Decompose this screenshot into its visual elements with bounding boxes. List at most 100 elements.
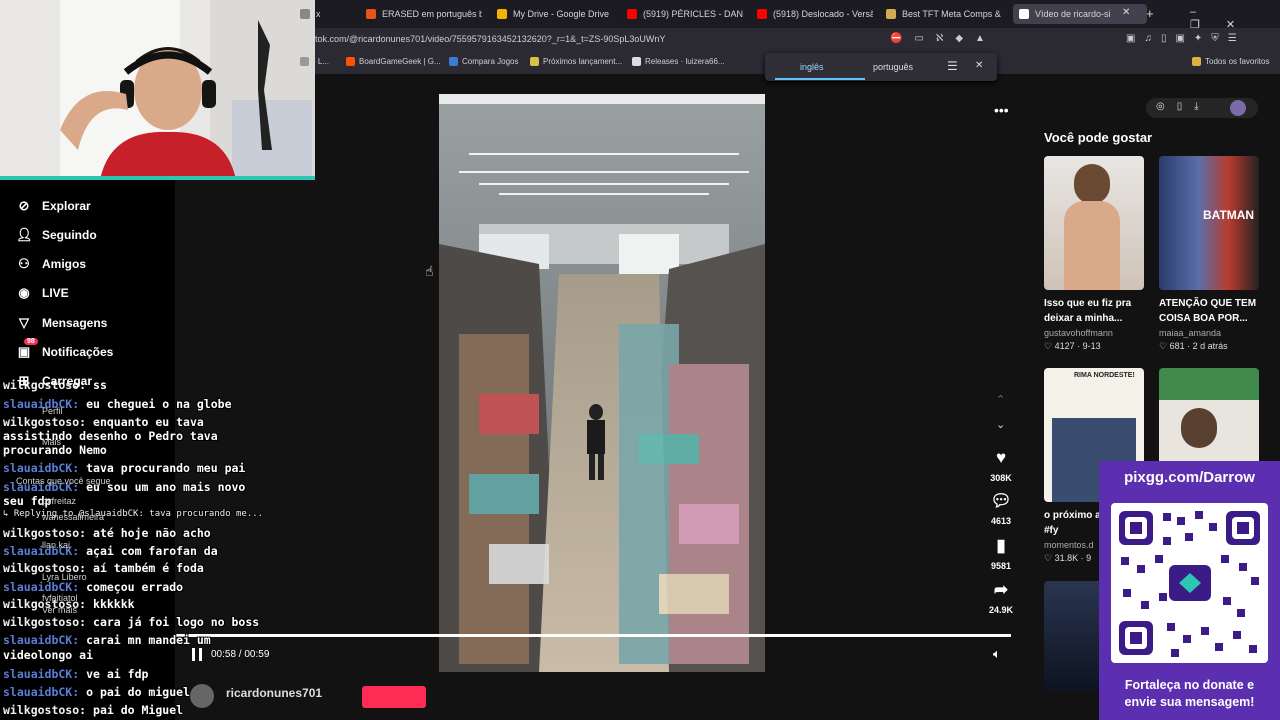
sidebar-item-label: Amigos: [42, 257, 87, 271]
translate-popup: inglês português ☰ ✕: [765, 53, 997, 81]
sidebar-ghost-item[interactable]: Mais: [42, 437, 61, 447]
sidebar-ghost-item[interactable]: Perfil: [42, 406, 63, 416]
sidebar-item-people[interactable]: ⚇ Amigos: [16, 256, 86, 272]
inbox-icon: ▣: [17, 344, 31, 359]
bookmark-label[interactable]: Próximos lançament...: [543, 57, 622, 66]
bookmark-button[interactable]: ▮ 9581: [988, 536, 1014, 571]
chat-text: ve ai fdp: [86, 667, 149, 681]
chat-text: enquanto eu tava: [93, 415, 204, 429]
bookmark-item[interactable]: - L...: [300, 57, 329, 66]
sidebar-item-label: Carregar: [42, 374, 93, 388]
chat-message: slauaidbCK: começou errado: [3, 580, 183, 594]
sidebar-ghost-item[interactable]: Ver mais: [42, 605, 77, 615]
heart-button[interactable]: ♥ 308K: [988, 448, 1014, 483]
chat-text: pai do Miguel: [93, 703, 184, 717]
video-card-title[interactable]: ATENÇÃO QUE TEM COISA BOA POR...: [1159, 296, 1259, 326]
video-progress-bar[interactable]: [176, 634, 1011, 637]
chat-username: slauaidbCK:: [3, 667, 80, 681]
translate-lang-from[interactable]: inglês: [800, 62, 824, 72]
sidebar-ghost-item[interactable]: fvfaitiatol: [42, 593, 78, 603]
sidebar-item-person[interactable]: 👤︎ Seguindo: [16, 227, 97, 243]
browser-tab[interactable]: Best TFT Meta Comps & Bu: [886, 4, 1002, 24]
url-text[interactable]: tok.com/@ricardonunes701/video/755957916…: [315, 34, 665, 44]
browser-tab[interactable]: ERASED em português bras: [366, 4, 482, 24]
chat-username: wilkgostoso:: [3, 415, 87, 429]
bookmark-item[interactable]: Todos os favoritos: [1192, 57, 1269, 66]
next-video-icon[interactable]: ⌄: [996, 418, 1005, 431]
bookmark-item[interactable]: Releases · luizera66...: [632, 57, 725, 66]
browser-tab[interactable]: My Drive - Google Drive: [497, 4, 613, 24]
sidebar-ghost-item[interactable]: Lyra Libero: [42, 572, 87, 582]
sidebar-item-send[interactable]: ▽ Mensagens: [16, 315, 107, 331]
chat-message: slauaidbCK: o pai do miguel: [3, 685, 190, 699]
bookmark-item[interactable]: Compara Jogos: [449, 57, 518, 66]
tab-label[interactable]: Best TFT Meta Comps & Bu: [902, 9, 1002, 19]
bookmark-label[interactable]: - L...: [313, 57, 329, 66]
prev-video-icon[interactable]: ⌃: [996, 393, 1005, 406]
sidebar-ghost-item[interactable]: wanessalimeira: [42, 512, 104, 522]
video-card-thumbnail[interactable]: [1044, 581, 1102, 691]
user-avatar[interactable]: [1230, 100, 1246, 116]
bookmark-label[interactable]: Compara Jogos: [462, 57, 518, 66]
translate-tab-underline: [775, 78, 865, 80]
share-button[interactable]: ➦ 24.9K: [988, 580, 1014, 615]
browser-tab[interactable]: x: [300, 4, 320, 24]
browser-tab[interactable]: (5918) Deslocado - Versão: [757, 4, 873, 24]
video-card-user[interactable]: gustavohoffmann: [1044, 328, 1144, 338]
close-tab-icon[interactable]: ✕: [1122, 7, 1130, 18]
translate-close-icon[interactable]: ✕: [975, 60, 983, 71]
sidebar-item-upload[interactable]: ⊞ Carregar: [16, 373, 92, 389]
share-icon: ➦: [993, 580, 1009, 599]
bookmark-item[interactable]: BoardGameGeek | G...: [346, 57, 441, 66]
video-card-user[interactable]: maiaa_amanda: [1159, 328, 1259, 338]
comment-icon: 💬︎: [990, 491, 1012, 510]
bookmark-label[interactable]: BoardGameGeek | G...: [359, 57, 441, 66]
chat-message: wilkgostoso: aí também é foda: [3, 561, 204, 575]
sidebar-item-live[interactable]: ◉ LIVE: [16, 285, 68, 301]
toolbar-icons[interactable]: ⛔▭ℵ◆▲: [890, 33, 997, 44]
people-icon: ⚇: [18, 256, 30, 271]
more-options-icon[interactable]: •••: [994, 102, 1009, 118]
sidebar-ghost-item[interactable]: pvfreitaz: [42, 496, 76, 506]
bookmark-item[interactable]: Próximos lançament...: [530, 57, 622, 66]
chat-message: slauaidbCK: açai com farofan da: [3, 544, 218, 558]
follow-button[interactable]: [362, 686, 426, 708]
translate-lang-to[interactable]: português: [873, 62, 913, 72]
video-card-meta: ♡ 681 · 2 d atrás: [1159, 341, 1228, 351]
video-card-title[interactable]: Isso que eu fiz pra deixar a minha...: [1044, 296, 1144, 326]
chat-text: açai com farofan da: [86, 544, 218, 558]
tab-label[interactable]: (5918) Deslocado - Versão: [773, 9, 873, 19]
tab-label[interactable]: ERASED em português bras: [382, 9, 482, 19]
chat-username: wilkgostoso:: [3, 526, 87, 540]
chat-message: slauaidbCK: carai mn mandei um: [3, 633, 211, 647]
sidebar-ghost-item[interactable]: llan.kai: [42, 540, 70, 550]
new-tab-button[interactable]: +: [1146, 6, 1154, 21]
pane-toolbar-icons[interactable]: ◎▯⤓: [1156, 101, 1211, 112]
video-card[interactable]: BATMAN ATENÇÃO QUE TEM COISA BOA POR... …: [1159, 156, 1259, 352]
chat-username: slauaidbCK:: [3, 633, 80, 647]
chat-message: slauaidbCK: tava procurando meu pai: [3, 461, 245, 475]
video-card[interactable]: Isso que eu fiz pra deixar a minha... gu…: [1044, 156, 1144, 352]
webcam-feed: [0, 0, 315, 180]
sidebar-item-compass[interactable]: ⊘ Explorar: [16, 198, 91, 214]
video-thumbnail[interactable]: [1044, 156, 1144, 290]
translate-menu-icon[interactable]: ☰: [947, 59, 958, 73]
video-player[interactable]: [439, 94, 765, 672]
sidebar-item-inbox[interactable]: ▣ Notificações 98: [16, 338, 113, 360]
tab-label[interactable]: (5919) PÉRICLES - DANÇA: [643, 9, 743, 19]
video-thumbnail[interactable]: BATMAN: [1159, 156, 1259, 290]
chat-message: assistindo desenho o Pedro tava: [3, 429, 218, 443]
comment-button[interactable]: 💬︎ 4613: [988, 491, 1014, 526]
tab-label[interactable]: My Drive - Google Drive: [513, 9, 609, 19]
tab-label[interactable]: x: [316, 9, 320, 19]
video-card-likes: 681: [1169, 341, 1185, 351]
bookmark-label[interactable]: Todos os favoritos: [1205, 57, 1269, 66]
bookmark-label[interactable]: Releases · luizera66...: [645, 57, 725, 66]
browser-tab[interactable]: (5919) PÉRICLES - DANÇA: [627, 4, 743, 24]
sidebar-ghost-item[interactable]: Contas que você segue: [16, 476, 111, 486]
extensions-icons[interactable]: ▣♫▯▣✦⛨☰: [1126, 33, 1246, 44]
chat-text: tava procurando meu pai: [86, 461, 246, 475]
compass-icon: ⊘: [18, 198, 30, 213]
tab-label[interactable]: Vídeo de ricardo-si: [1035, 9, 1111, 19]
volume-icon[interactable]: 🔈︎: [993, 646, 1001, 662]
